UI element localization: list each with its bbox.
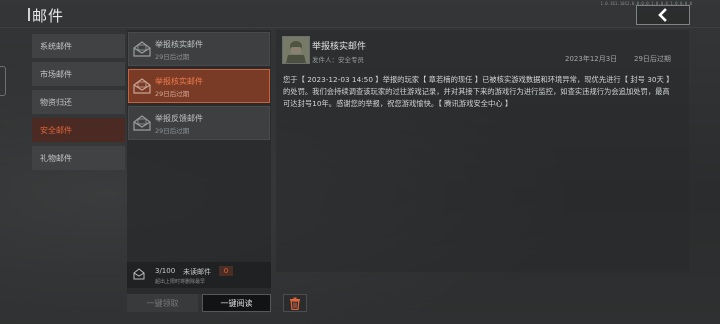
mail-date: 2023年12月3日 [565,55,618,63]
mail-expire: 29日后过期 [155,90,190,98]
envelope-icon [133,41,151,57]
mail-item[interactable]: 举报反馈邮件 29日后过期 [128,106,270,140]
mail-item[interactable]: 举报核实邮件 29日后过期 [128,32,270,66]
mail-count: 3/100 [155,267,176,275]
category-returns[interactable]: 物资归还 [32,90,125,114]
capacity-note: 超出上限时将删除最早 [155,279,206,285]
mail-expire: 29日后过期 [155,127,190,135]
unread-count-badge: 0 [219,266,233,276]
top-bar: 邮件 1.0.161.1012.0.0.0.0.1.0.0.0.1.0.0.0.… [0,0,720,28]
mail-detail-title: 举报核实邮件 [312,42,367,52]
delete-button[interactable] [283,294,307,312]
envelope-icon [133,78,151,94]
mailbox-icon [133,268,145,280]
back-button[interactable] [636,5,690,25]
mail-sender: 发件人：安全专员 [312,56,364,64]
category-security[interactable]: 安全邮件 [32,118,125,142]
mailbox-capacity: 3/100 未读邮件 0 超出上限时将删除最早 [127,262,271,288]
collect-all-label: 一键领取 [146,298,179,308]
category-gift[interactable]: 礼物邮件 [32,146,125,170]
mail-title: 举报反馈邮件 [155,114,203,123]
mail-body: 您于【 2023-12-03 14:50 】举报的玩家【 章若楠的现任 】已被核… [283,75,674,108]
unread-label: 未读邮件 [183,268,211,276]
category-label: 系统邮件 [40,41,72,51]
mail-detail: 举报核实邮件 发件人：安全专员 2023年12月3日 29日后过期 您于【 20… [276,30,689,272]
envelope-icon [133,115,151,131]
top-divider [0,27,720,28]
category-system[interactable]: 系统邮件 [32,34,125,58]
mail-title: 举报核实邮件 [155,77,203,86]
category-market[interactable]: 市场邮件 [32,62,125,86]
category-label: 市场邮件 [40,69,72,79]
mail-title: 举报核实邮件 [155,40,203,49]
read-all-label: 一键阅读 [220,298,253,308]
soldier-portrait-icon [283,37,309,63]
mail-expire: 29日后过期 [634,55,671,63]
trash-icon [290,297,300,310]
side-handle[interactable] [0,66,6,96]
category-label: 物资归还 [40,97,72,107]
mail-expire: 29日后过期 [155,53,190,61]
mail-list: 举报核实邮件 29日后过期 举报核实邮件 29日后过期 举报反馈邮件 29日后过… [127,30,271,294]
category-label: 礼物邮件 [40,153,72,163]
category-list: 系统邮件 市场邮件 物资归还 安全邮件 礼物邮件 [32,34,125,174]
chevron-left-icon [658,8,667,22]
sender-avatar [282,36,310,64]
title-accent-bar [28,8,30,21]
page-title: 邮件 [32,7,65,25]
mail-item-selected[interactable]: 举报核实邮件 29日后过期 [128,69,270,103]
collect-all-button[interactable]: 一键领取 [127,294,198,312]
category-label: 安全邮件 [40,125,72,135]
read-all-button[interactable]: 一键阅读 [202,294,271,312]
